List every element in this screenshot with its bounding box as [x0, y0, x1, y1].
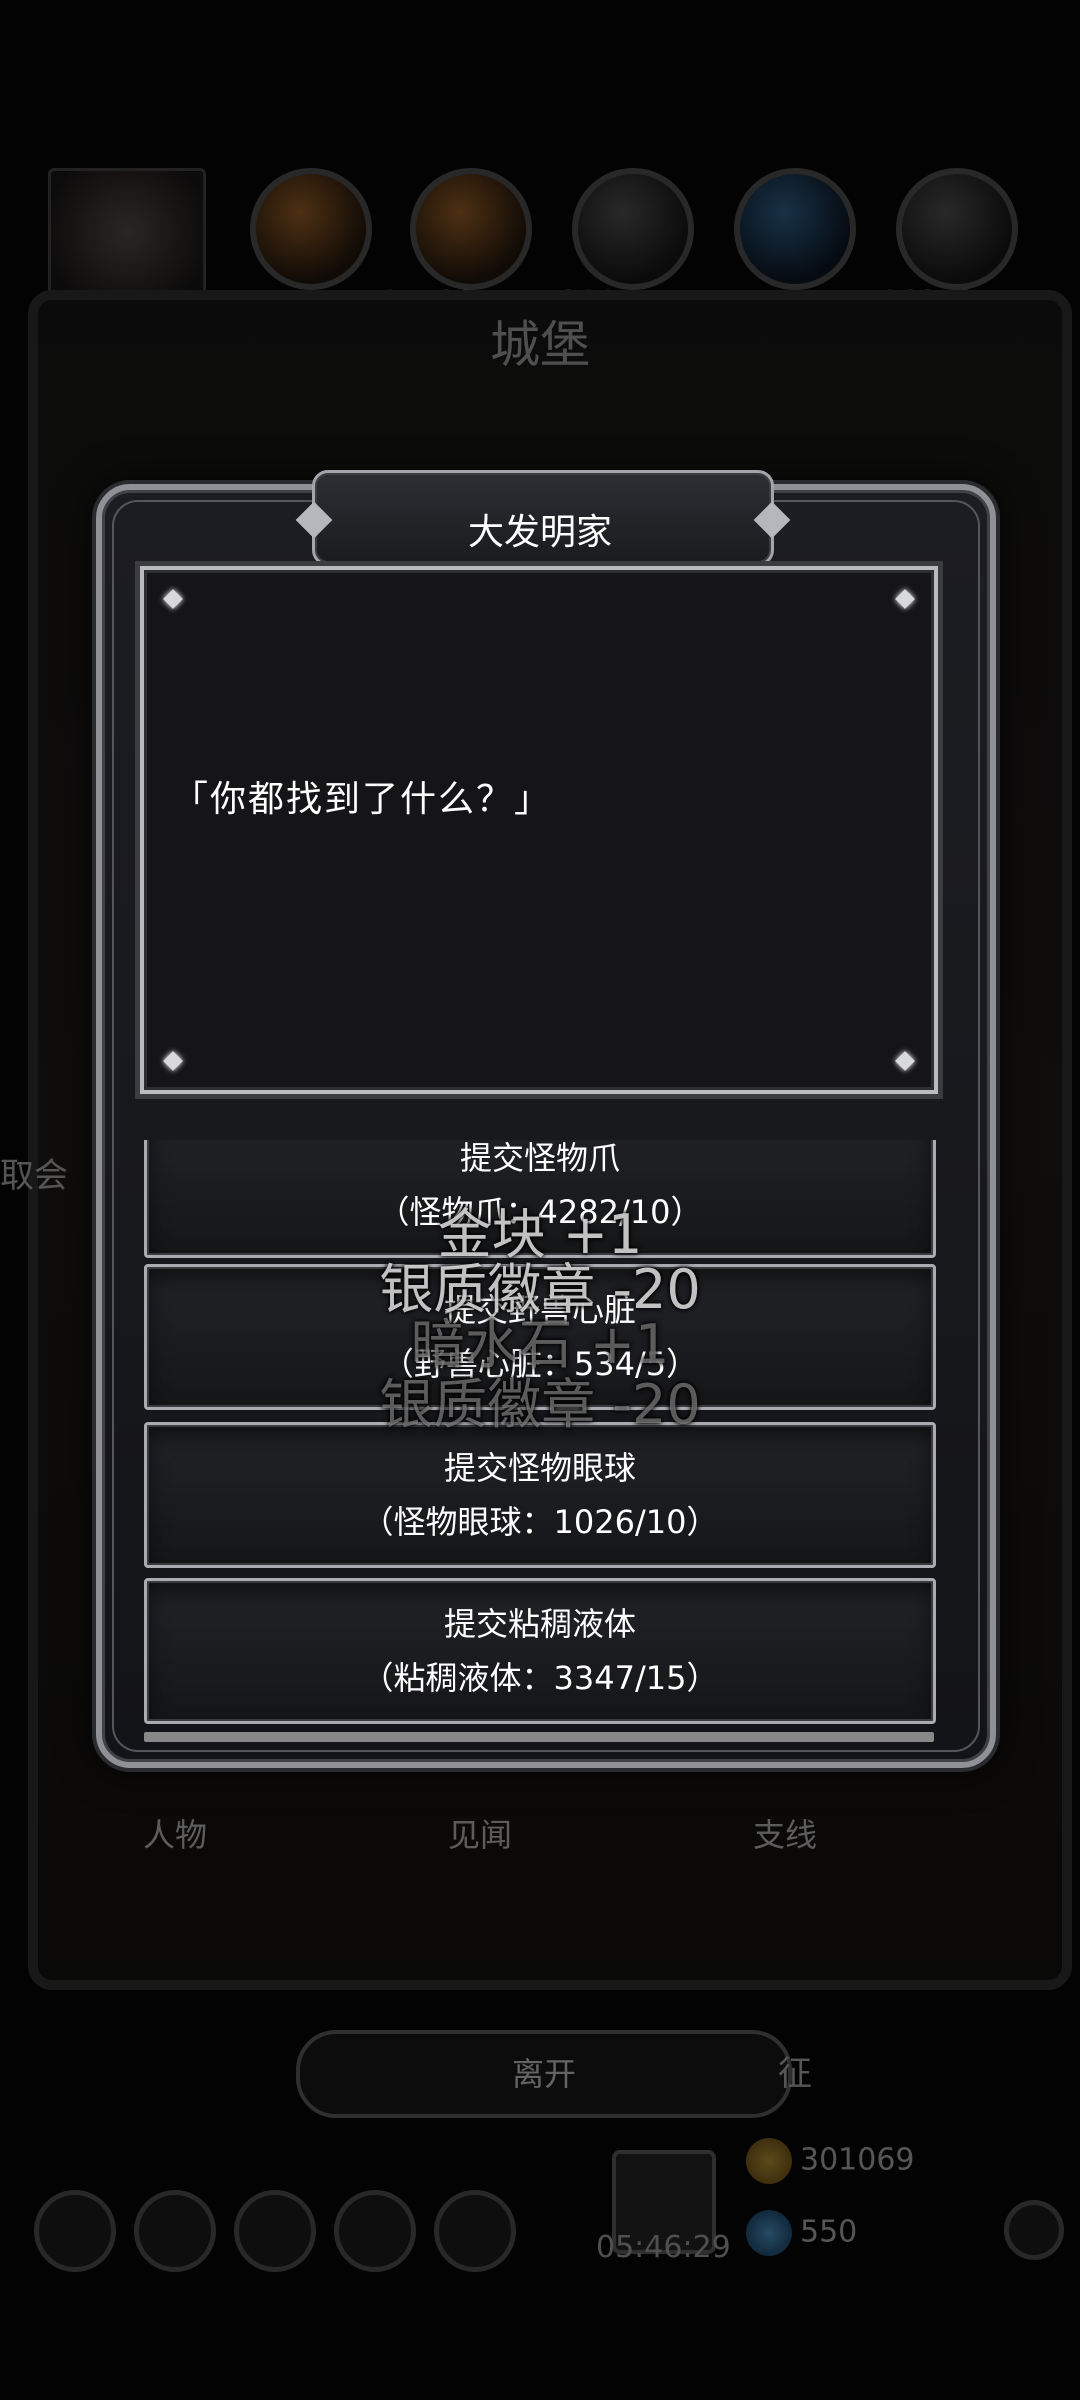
tab-characters[interactable]: 人物 — [75, 1810, 275, 1856]
resource-icon[interactable] — [734, 168, 856, 290]
option-title: 提交粘稠液体 — [443, 1605, 636, 1643]
submit-monster-claw-button[interactable]: 提交怪物爪 （怪物爪：4282/10） — [144, 1140, 936, 1258]
corner-ornament — [163, 1051, 183, 1071]
corner-ornament — [895, 1051, 915, 1071]
option-title: 提交怪物眼球 — [443, 1449, 636, 1487]
menu-icon[interactable] — [34, 2190, 116, 2272]
gold-display: 301069 — [746, 2138, 915, 2184]
dialog-title: 大发明家 — [467, 512, 612, 553]
dialogue-text: 「你都找到了什么？」 — [172, 779, 553, 820]
options-list[interactable]: 提交怪物爪 （怪物爪：4282/10） 提交野兽心脏 （野兽心脏：534/5） … — [140, 1140, 940, 1724]
tab-news[interactable]: 见闻 — [380, 1810, 580, 1856]
gem-icon — [746, 2210, 792, 2256]
submit-monster-eyeball-button[interactable]: 提交怪物眼球 （怪物眼球：1026/10） — [144, 1422, 936, 1568]
menu-icon[interactable] — [434, 2190, 516, 2272]
menu-icon[interactable] — [134, 2190, 216, 2272]
corner-ornament — [163, 589, 183, 609]
gift-timer: 05:46:29 — [596, 2230, 731, 2265]
game-screen: 177997 2117 169527 城堡 人物 见闻 支线 离开 取会 征 0… — [0, 0, 1080, 2400]
resource-icon[interactable] — [410, 168, 532, 290]
submit-beast-heart-button[interactable]: 提交野兽心脏 （野兽心脏：534/5） — [144, 1264, 936, 1410]
settings-icon[interactable] — [1004, 2200, 1064, 2260]
corner-ornament — [895, 589, 915, 609]
resource-icon[interactable] — [250, 168, 372, 290]
tab-side-quests[interactable]: 支线 — [685, 1810, 885, 1856]
menu-icon[interactable] — [334, 2190, 416, 2272]
castle-tabs: 人物 见闻 支线 — [40, 1810, 1040, 1870]
resource-icon[interactable] — [896, 168, 1018, 290]
gem-value: 550 — [800, 2214, 858, 2250]
option-count: （怪物眼球：1026/10） — [361, 1503, 719, 1541]
resource-icon[interactable] — [572, 168, 694, 290]
gold-value: 301069 — [800, 2142, 915, 2178]
castle-title: 城堡 — [490, 316, 590, 374]
leave-button[interactable]: 离开 — [296, 2030, 792, 2118]
submit-sticky-liquid-button[interactable]: 提交粘稠液体 （粘稠液体：3347/15） — [144, 1578, 936, 1724]
menu-icon[interactable] — [234, 2190, 316, 2272]
gem-display: 550 — [746, 2210, 857, 2256]
side-label: 征 — [778, 2054, 812, 2094]
dialogue-panel — [140, 566, 938, 1094]
gold-coin-icon — [746, 2138, 792, 2184]
options-scroll-edge — [144, 1732, 934, 1742]
side-label: 取会 — [0, 1156, 68, 1196]
option-count: （粘稠液体：3347/15） — [361, 1659, 719, 1697]
option-title: 提交怪物爪 — [459, 1140, 620, 1177]
option-count: （怪物爪：4282/10） — [377, 1193, 703, 1231]
option-title: 提交野兽心脏 — [443, 1291, 636, 1329]
option-count: （野兽心脏：534/5） — [381, 1345, 699, 1383]
